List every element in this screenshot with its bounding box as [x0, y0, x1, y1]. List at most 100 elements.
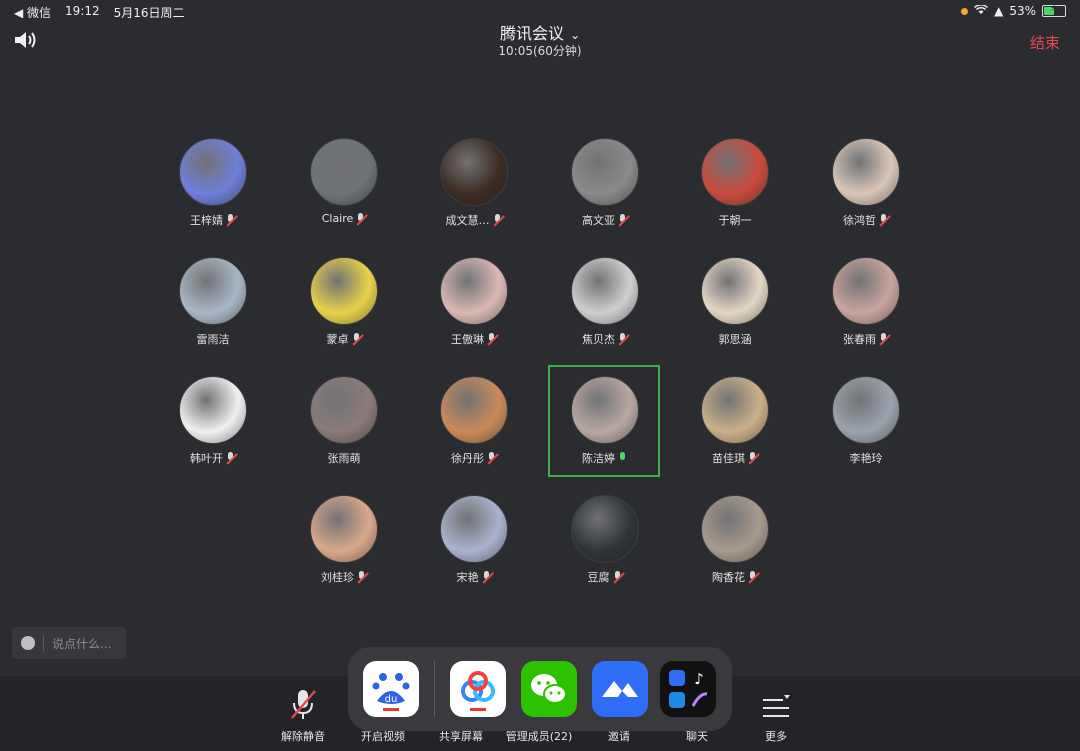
- participant-tile[interactable]: 张春雨: [810, 257, 922, 357]
- chat-input[interactable]: 说点什么...: [12, 627, 126, 659]
- more-button[interactable]: 更多: [731, 676, 821, 744]
- participant-tile[interactable]: 李艳玲: [810, 376, 922, 476]
- participant-name: 成文慧…: [445, 214, 490, 227]
- avatar: [440, 376, 508, 444]
- avatar: [571, 495, 639, 563]
- participant-name: 张春雨: [843, 333, 876, 346]
- avatar: [571, 257, 639, 325]
- participant-name: 徐丹彤: [451, 452, 484, 465]
- participant-name-row: 苗佳琪: [679, 450, 791, 466]
- participant-tile[interactable]: 徐丹彤: [418, 376, 530, 476]
- mic-muted-icon: [226, 452, 236, 464]
- avatar: [440, 495, 508, 563]
- participant-name-row: 雷雨洁: [157, 331, 269, 347]
- participant-name-row: 宋艳: [418, 569, 530, 585]
- avatar: [310, 495, 378, 563]
- avatar: [440, 138, 508, 206]
- participant-name-row: 蒙卓: [288, 331, 400, 347]
- mic-muted-icon: [748, 452, 758, 464]
- mic-muted-icon: [613, 571, 623, 583]
- avatar: [440, 257, 508, 325]
- app-folder-icon[interactable]: ♪: [660, 661, 716, 717]
- participant-name-row: 高文亚: [549, 212, 661, 228]
- participant-tile[interactable]: 宋艳: [418, 495, 530, 595]
- avatar: [179, 376, 247, 444]
- participant-tile[interactable]: 韩叶开: [157, 376, 269, 476]
- participant-tile[interactable]: 雷雨洁: [157, 257, 269, 357]
- participant-name: 豆腐: [587, 571, 610, 584]
- participant-tile[interactable]: 郭思涵: [679, 257, 791, 357]
- avatar: [179, 257, 247, 325]
- avatar: [310, 138, 378, 206]
- participant-name: 郭思涵: [718, 333, 752, 346]
- mic-muted-icon: [618, 333, 628, 345]
- mic-muted-icon: [879, 333, 889, 345]
- participant-tile[interactable]: 于朝一: [679, 138, 791, 238]
- participant-name: 徐鸿哲: [843, 214, 876, 227]
- participant-name: 王梓婧: [190, 214, 223, 227]
- mic-muted-icon: [352, 333, 362, 345]
- participant-name-row: 张春雨: [810, 331, 922, 347]
- participant-name-row: 成文慧…: [418, 212, 530, 228]
- chat-placeholder: 说点什么...: [52, 636, 112, 651]
- avatar: [701, 495, 769, 563]
- participant-name-row: 张雨萌: [288, 450, 400, 466]
- participant-name-row: 豆腐: [549, 569, 661, 585]
- participant-tile[interactable]: 蒙卓: [288, 257, 400, 357]
- participant-name: 高文亚: [582, 214, 615, 227]
- avatar: [310, 257, 378, 325]
- mic-muted-icon: [487, 333, 497, 345]
- baidu-netdisk-app-icon[interactable]: [450, 661, 506, 717]
- participant-tile[interactable]: 王傲琳: [418, 257, 530, 357]
- unmute-button[interactable]: 解除静音: [258, 676, 348, 744]
- wechat-app-icon[interactable]: [521, 661, 577, 717]
- unmute-label: 解除静音: [281, 730, 325, 743]
- participant-tile[interactable]: 徐鸿哲: [810, 138, 922, 238]
- participant-name: 于朝一: [718, 214, 752, 227]
- participant-tile[interactable]: Claire: [288, 138, 400, 238]
- svg-text:du: du: [385, 694, 398, 705]
- participant-name-row: 陶香花: [679, 569, 791, 585]
- avatar: [701, 376, 769, 444]
- participant-name-row: 韩叶开: [157, 450, 269, 466]
- participant-tile[interactable]: 苗佳琪: [679, 376, 791, 476]
- participant-tile[interactable]: 成文慧…: [418, 138, 530, 238]
- participant-name: 焦贝杰: [582, 333, 615, 346]
- lark-app-icon[interactable]: [592, 661, 648, 717]
- avatar: [310, 376, 378, 444]
- mic-muted-icon: [356, 212, 366, 225]
- participant-tile[interactable]: 豆腐: [549, 495, 661, 595]
- participant-tile[interactable]: 张雨萌: [288, 376, 400, 476]
- mic-muted-icon: [748, 571, 758, 583]
- mic-muted-icon: [482, 571, 492, 583]
- avatar: [832, 257, 900, 325]
- mic-muted-icon: [226, 214, 236, 226]
- participant-name-row: Claire: [288, 212, 400, 225]
- svg-text:♪: ♪: [694, 670, 704, 688]
- avatar: [701, 257, 769, 325]
- active-speaker-highlight: [548, 365, 660, 477]
- participant-tile[interactable]: 焦贝杰: [549, 257, 661, 357]
- participant-name: 刘桂珍: [321, 571, 354, 584]
- mic-muted-icon: [258, 676, 348, 719]
- baidu-app-icon[interactable]: du: [363, 661, 419, 717]
- more-menu-icon: [731, 676, 821, 718]
- participant-tile[interactable]: 陶香花: [679, 495, 791, 595]
- divider: [43, 635, 44, 651]
- participant-tile[interactable]: 刘桂珍: [288, 495, 400, 595]
- participant-tile[interactable]: 高文亚: [549, 138, 661, 238]
- participant-name: 王傲琳: [451, 333, 484, 346]
- participant-name: Claire: [321, 212, 354, 225]
- participant-name: 韩叶开: [190, 452, 223, 465]
- participant-name-row: 李艳玲: [810, 450, 922, 466]
- participant-tile[interactable]: 王梓婧: [157, 138, 269, 238]
- mic-muted-icon: [618, 214, 628, 226]
- app-dock: du ♪: [348, 647, 732, 731]
- participant-name: 雷雨洁: [196, 333, 230, 346]
- participant-name: 张雨萌: [327, 452, 361, 465]
- participant-name-row: 王傲琳: [418, 331, 530, 347]
- mic-muted-icon: [487, 452, 497, 464]
- dock-divider: [434, 661, 435, 717]
- participant-name: 宋艳: [456, 571, 479, 584]
- emoji-icon[interactable]: [21, 636, 35, 650]
